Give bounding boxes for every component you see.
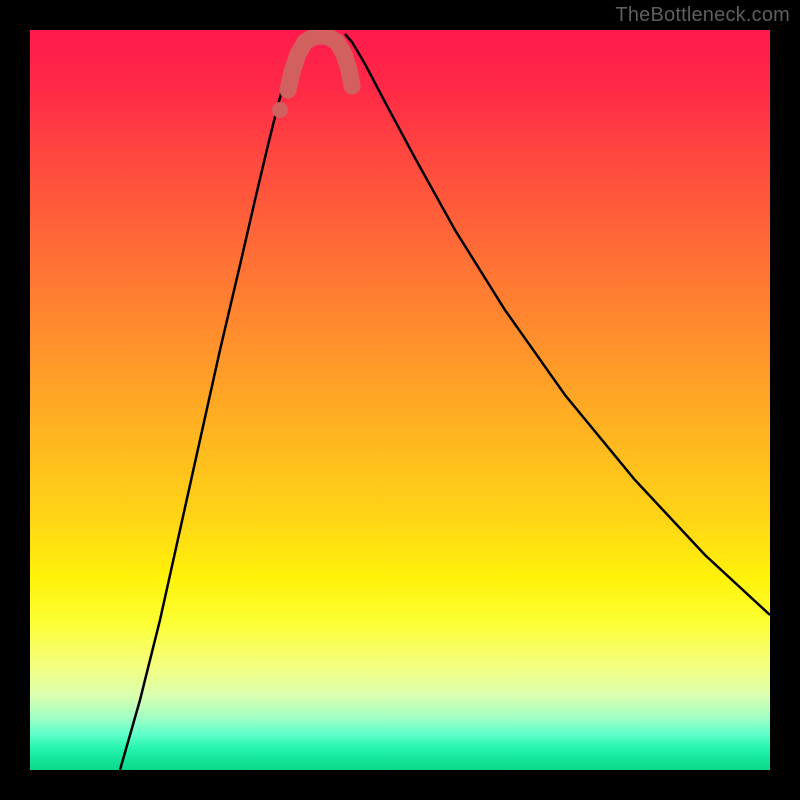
attribution-watermark: TheBottleneck.com [615,4,790,27]
curve-overlay [30,30,770,770]
chart-frame: TheBottleneck.com [0,0,800,800]
series-right-curve [345,34,770,615]
series-valley-marker [288,36,352,90]
series-left-curve [120,34,304,770]
plot-area [30,30,770,770]
point-left-dot [272,102,288,118]
